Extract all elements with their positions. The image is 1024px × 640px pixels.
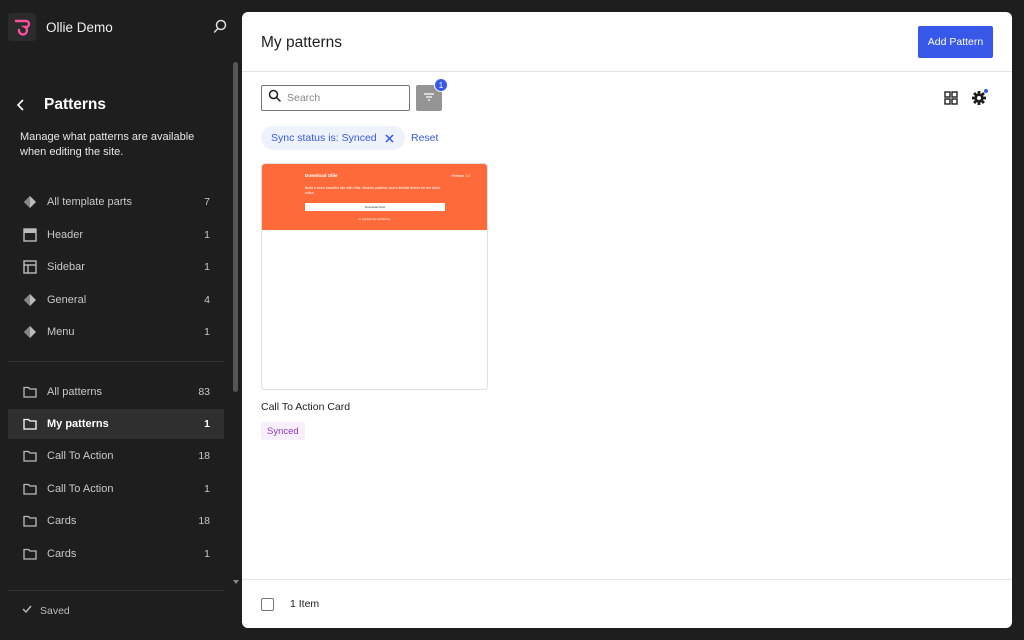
page-header: My patterns Add Pattern xyxy=(242,12,1012,72)
sidebar-item-cards[interactable]: Cards 1 xyxy=(8,539,224,569)
sidebar-item-count: 1 xyxy=(204,483,210,495)
sidebar-title: Patterns xyxy=(44,96,107,113)
sidebar-item-call-to-action[interactable]: Call To Action 1 xyxy=(8,474,224,504)
reset-filters-button[interactable]: Reset xyxy=(411,132,438,144)
folder-icon xyxy=(22,416,38,432)
sidebar-item-label: Cards xyxy=(47,515,77,527)
gear-icon[interactable] xyxy=(971,88,989,106)
sidebar-title-row: Patterns xyxy=(14,94,106,116)
sidebar-item-label: My patterns xyxy=(47,418,109,430)
page-title: My patterns xyxy=(261,34,342,51)
sidebar-item-label: Header xyxy=(47,229,84,241)
sidebar-item-label: Call To Action xyxy=(47,450,114,462)
sidebar-item-label: Sidebar xyxy=(47,261,85,273)
select-all-checkbox[interactable] xyxy=(261,598,274,611)
folder-icon xyxy=(22,513,38,529)
sidebar-item-header[interactable]: Header 1 xyxy=(8,220,224,250)
header-layout-icon xyxy=(22,227,38,243)
sidebar-item-call-to-action[interactable]: Call To Action 18 xyxy=(8,441,224,471)
sidebar-footer-divider xyxy=(8,590,224,591)
checkmark-icon xyxy=(22,604,32,617)
scroll-down-arrow-icon[interactable] xyxy=(233,572,239,584)
search-field[interactable] xyxy=(261,85,410,111)
sidebar-scrollbar[interactable] xyxy=(233,62,238,392)
pattern-card-preview[interactable]: Download Ollie Release 1.0 Build a more … xyxy=(261,163,488,390)
sidebar-item-label: Cards xyxy=(47,548,77,560)
folder-icon xyxy=(22,384,38,400)
search-icon xyxy=(268,89,281,107)
sidebar-item-cards[interactable]: Cards 18 xyxy=(8,506,224,536)
sidebar-item-label: General xyxy=(47,294,87,306)
sidebar-item-count: 83 xyxy=(198,386,210,398)
close-icon[interactable] xyxy=(385,133,395,143)
sidebar-item-count: 1 xyxy=(204,418,210,430)
sidebar: Ollie Demo Patterns Manage what patterns… xyxy=(0,0,242,640)
diamond-icon xyxy=(22,324,38,340)
site-hub: Ollie Demo xyxy=(8,12,234,42)
preview-title: Download Ollie xyxy=(305,173,338,178)
sidebar-item-all-patterns[interactable]: All patterns 83 xyxy=(8,377,224,407)
sidebar-description: Manage what patterns are available when … xyxy=(20,131,195,158)
sidebar-item-count: 1 xyxy=(204,326,210,338)
filter-icon xyxy=(423,89,435,107)
sidebar-item-label: All patterns xyxy=(47,386,103,398)
sidebar-item-count: 1 xyxy=(204,261,210,273)
sidebar-item-sidebar[interactable]: Sidebar 1 xyxy=(8,252,224,282)
sidebar-item-menu[interactable]: Menu 1 xyxy=(8,317,224,347)
filter-chip-sync-status[interactable]: Sync status is: Synced xyxy=(261,126,405,150)
sidebar-item-count: 4 xyxy=(204,294,210,306)
sidebar-item-all-template-parts[interactable]: All template parts 7 xyxy=(8,187,224,217)
preview-button: Download Now xyxy=(305,203,445,211)
sidebar-item-my-patterns[interactable]: My patterns 1 xyxy=(8,409,224,439)
search-icon[interactable] xyxy=(212,18,228,34)
sidebar-item-label: All template parts xyxy=(47,196,132,208)
grid-view-icon[interactable] xyxy=(943,90,959,106)
page-footer: 1 Item xyxy=(242,579,1012,628)
preview-meta: Release 1.0 xyxy=(451,174,470,178)
diamond-icon xyxy=(22,292,38,308)
site-name[interactable]: Ollie Demo xyxy=(46,20,113,35)
sidebar-item-general[interactable]: General 4 xyxy=(8,285,224,315)
sidebar-item-label: Call To Action xyxy=(47,483,114,495)
add-pattern-button[interactable]: Add Pattern xyxy=(918,26,993,58)
search-input[interactable] xyxy=(287,92,402,104)
sidebar-item-count: 1 xyxy=(204,548,210,560)
site-logo-icon[interactable] xyxy=(8,13,36,41)
folder-icon xyxy=(22,546,38,562)
pattern-preview-banner: Download Ollie Release 1.0 Build a more … xyxy=(262,164,487,230)
filter-chip-label: Sync status is: Synced xyxy=(271,132,377,144)
sidebar-item-count: 1 xyxy=(204,229,210,241)
folder-icon xyxy=(22,448,38,464)
sidebar-item-count: 18 xyxy=(198,450,210,462)
save-status: Saved xyxy=(22,604,70,617)
pattern-card-title[interactable]: Call To Action Card xyxy=(261,401,350,413)
status-badge: Synced xyxy=(261,422,305,440)
preview-text: Build a more beautiful site with Ollie. … xyxy=(305,186,441,195)
preview-link: or explore the full library xyxy=(358,217,391,221)
diamond-icon xyxy=(22,194,38,210)
filter-count-badge: 1 xyxy=(434,78,448,92)
save-status-label: Saved xyxy=(40,604,70,617)
sidebar-divider xyxy=(8,361,224,362)
folder-icon xyxy=(22,481,38,497)
main-panel: My patterns Add Pattern 1 Sync status is… xyxy=(242,12,1012,628)
sidebar-item-label: Menu xyxy=(47,326,75,338)
item-count: 1 Item xyxy=(290,598,320,610)
sidebar-item-count: 18 xyxy=(198,515,210,527)
sidebar-item-count: 7 xyxy=(204,196,210,208)
chevron-left-icon[interactable] xyxy=(14,98,28,112)
sidebar-layout-icon xyxy=(22,259,38,275)
